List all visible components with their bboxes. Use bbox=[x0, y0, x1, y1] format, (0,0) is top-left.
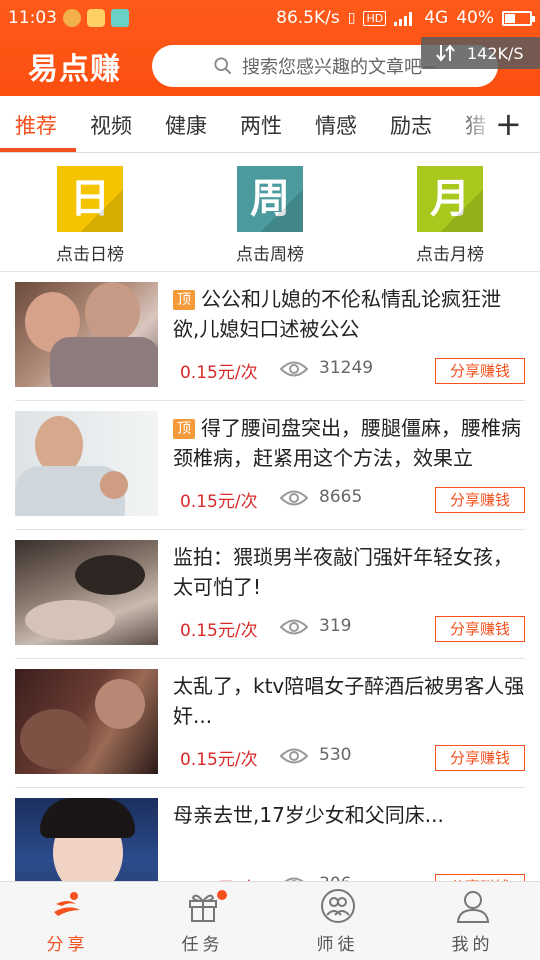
mentor-icon bbox=[320, 889, 355, 923]
article-price: 0.15元/次 bbox=[180, 363, 258, 383]
eye-icon bbox=[280, 490, 308, 506]
rank-label: 点击日榜 bbox=[56, 245, 124, 265]
article-thumbnail bbox=[15, 669, 158, 774]
battery-percent: 40% bbox=[456, 8, 494, 28]
share-icon bbox=[53, 892, 80, 916]
app-root: 11:03 86.5K/s ▯ HD 4G 40% 易点赚 搜索您感兴趣的文章吧 bbox=[0, 0, 540, 960]
article-item[interactable]: 太乱了，ktv陪唱女子醉酒后被男客人强奸... 0.15元/次 530 分享赚钱 bbox=[15, 659, 525, 788]
speed-overlay: 142K/S bbox=[421, 37, 540, 69]
article-thumbnail bbox=[15, 282, 158, 387]
transfer-icon bbox=[436, 44, 455, 62]
share-earn-button[interactable]: 分享赚钱 bbox=[435, 358, 525, 384]
article-item[interactable]: 顶公公和儿媳的不伦私情乱论疯狂泄欲,儿媳妇口述被公公 0.15元/次 31249… bbox=[15, 272, 525, 401]
category-tabs: 推荐 视频 健康 两性 情感 励志 猎 + bbox=[0, 96, 540, 153]
gift-icon bbox=[188, 894, 217, 922]
nav-label: 分享 bbox=[46, 935, 89, 955]
nav-mentor[interactable]: 师徒 bbox=[270, 888, 405, 955]
notification-icon bbox=[87, 9, 105, 27]
tab-sex[interactable]: 两性 bbox=[240, 110, 282, 140]
search-placeholder: 搜索您感兴趣的文章吧~ bbox=[242, 57, 438, 78]
article-thumbnail bbox=[15, 411, 158, 516]
pinned-badge: 顶 bbox=[173, 419, 195, 439]
scan-icon bbox=[111, 9, 129, 27]
notification-icon bbox=[63, 9, 81, 27]
tab-video[interactable]: 视频 bbox=[90, 110, 132, 140]
network-type: 4G bbox=[424, 8, 449, 28]
tab-recommend[interactable]: 推荐 bbox=[15, 110, 57, 140]
nav-profile[interactable]: 我的 bbox=[405, 888, 540, 955]
article-views: 319 bbox=[319, 616, 352, 636]
hd-icon: HD bbox=[363, 10, 387, 26]
article-title: 太乱了，ktv陪唱女子醉酒后被男客人强奸... bbox=[173, 674, 525, 728]
rank-label: 点击月榜 bbox=[416, 245, 484, 265]
article-views: 530 bbox=[319, 745, 352, 765]
vibrate-icon: ▯ bbox=[347, 10, 356, 26]
profile-icon bbox=[456, 891, 489, 923]
share-earn-button[interactable]: 分享赚钱 bbox=[435, 616, 525, 642]
status-bar: 11:03 86.5K/s ▯ HD 4G 40% bbox=[0, 0, 540, 36]
active-tab-indicator bbox=[0, 148, 76, 152]
tab-emotion[interactable]: 情感 bbox=[315, 110, 357, 140]
tab-health[interactable]: 健康 bbox=[165, 110, 207, 140]
share-earn-button[interactable]: 分享赚钱 bbox=[435, 487, 525, 513]
nav-task[interactable]: 任务 bbox=[135, 888, 270, 955]
rank-label: 点击周榜 bbox=[236, 245, 304, 265]
notification-badge bbox=[217, 890, 227, 900]
battery-icon bbox=[502, 10, 535, 26]
nav-label: 我的 bbox=[451, 935, 494, 955]
search-icon bbox=[214, 57, 232, 75]
overlay-speed: 142K/S bbox=[467, 43, 524, 63]
article-price: 0.15元/次 bbox=[180, 750, 258, 770]
tab-fade bbox=[455, 96, 495, 152]
article-title: 母亲去世,17岁少女和父同床... bbox=[173, 803, 444, 827]
rank-row: 日 点击日榜 周 点击周榜 月 点击月榜 bbox=[0, 154, 540, 272]
app-logo: 易点赚 bbox=[28, 52, 121, 87]
signal-icon bbox=[394, 11, 416, 26]
add-category-icon[interactable]: + bbox=[495, 102, 522, 146]
article-item[interactable]: 顶得了腰间盘突出，腰腿僵麻，腰椎病颈椎病，赶紧用这个方法，效果立 0.15元/次… bbox=[15, 401, 525, 530]
nav-share[interactable]: 分享 bbox=[0, 888, 135, 955]
eye-icon bbox=[280, 748, 308, 764]
week-rank-icon: 周 bbox=[237, 166, 303, 232]
article-thumbnail bbox=[15, 540, 158, 645]
article-views: 8665 bbox=[319, 487, 363, 507]
article-views: 31249 bbox=[319, 358, 374, 378]
day-rank-icon: 日 bbox=[57, 166, 123, 232]
bottom-nav: 分享 任务 师徒 我的 bbox=[0, 881, 540, 960]
status-time: 11:03 bbox=[8, 8, 57, 28]
article-price: 0.15元/次 bbox=[180, 492, 258, 512]
article-title: 顶得了腰间盘突出，腰腿僵麻，腰椎病颈椎病，赶紧用这个方法，效果立 bbox=[173, 416, 521, 470]
rank-monthly[interactable]: 月 点击月榜 bbox=[390, 166, 510, 265]
share-earn-button[interactable]: 分享赚钱 bbox=[435, 745, 525, 771]
nav-label: 任务 bbox=[181, 935, 224, 955]
article-title: 顶公公和儿媳的不伦私情乱论疯狂泄欲,儿媳妇口述被公公 bbox=[173, 287, 501, 341]
rank-daily[interactable]: 日 点击日榜 bbox=[30, 166, 150, 265]
rank-weekly[interactable]: 周 点击周榜 bbox=[210, 166, 330, 265]
eye-icon bbox=[280, 619, 308, 635]
pinned-badge: 顶 bbox=[173, 290, 195, 310]
article-item[interactable]: 监拍：猥琐男半夜敲门强奸年轻女孩，太可怕了! 0.15元/次 319 分享赚钱 bbox=[15, 530, 525, 659]
tab-inspire[interactable]: 励志 bbox=[390, 110, 432, 140]
nav-label: 师徒 bbox=[316, 935, 359, 955]
eye-icon bbox=[280, 361, 308, 377]
network-speed: 86.5K/s bbox=[276, 8, 340, 28]
header: 11:03 86.5K/s ▯ HD 4G 40% 易点赚 搜索您感兴趣的文章吧 bbox=[0, 0, 540, 96]
month-rank-icon: 月 bbox=[417, 166, 483, 232]
article-title: 监拍：猥琐男半夜敲门强奸年轻女孩，太可怕了! bbox=[173, 545, 513, 599]
article-price: 0.15元/次 bbox=[180, 621, 258, 641]
